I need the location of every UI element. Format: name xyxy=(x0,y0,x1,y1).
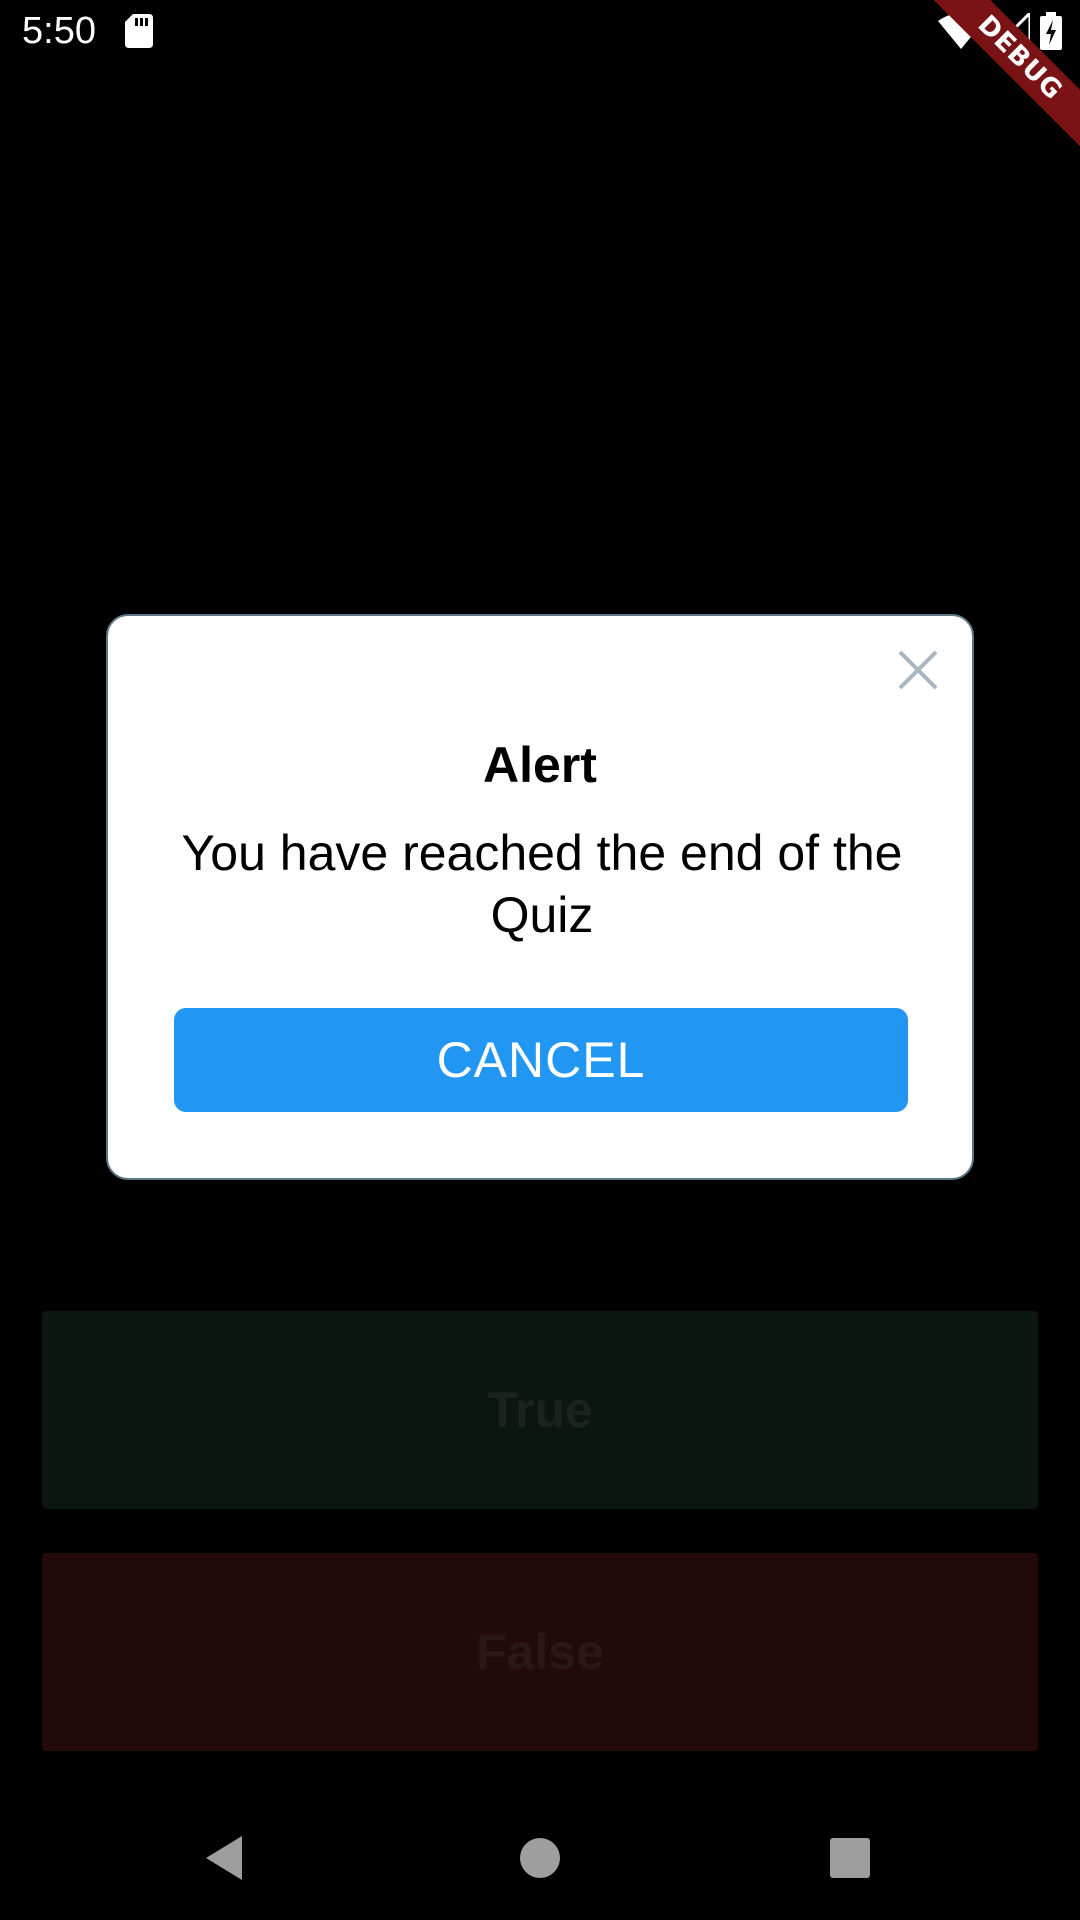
true-button[interactable]: True xyxy=(42,1311,1038,1509)
back-icon[interactable] xyxy=(198,1830,254,1886)
alert-dialog: Alert You have reached the end of the Qu… xyxy=(106,614,974,1180)
debug-label: DEBUG xyxy=(921,0,1080,157)
close-icon[interactable] xyxy=(894,646,942,694)
navigation-bar xyxy=(0,1794,1080,1920)
cancel-button[interactable]: CANCEL xyxy=(174,1008,908,1112)
recents-icon[interactable] xyxy=(822,1830,878,1886)
dialog-title: Alert xyxy=(483,737,597,793)
dialog-message: You have reached the end of the Quiz xyxy=(181,825,903,943)
home-icon[interactable] xyxy=(512,1830,568,1886)
screen: 5:50 DEBUG Y xyxy=(0,0,1080,1920)
debug-banner: DEBUG xyxy=(900,0,1080,180)
false-button[interactable]: False xyxy=(42,1553,1038,1751)
true-button-label: True xyxy=(487,1382,593,1438)
status-bar: 5:50 DEBUG xyxy=(0,0,1080,157)
sd-card-icon xyxy=(125,14,153,48)
status-time: 5:50 xyxy=(22,10,96,52)
false-button-label: False xyxy=(476,1624,604,1680)
